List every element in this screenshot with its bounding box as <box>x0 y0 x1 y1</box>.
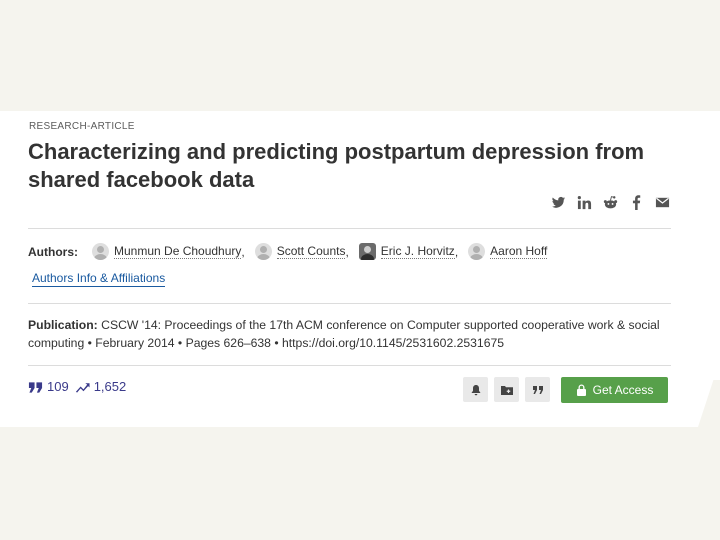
authors-label: Authors: <box>28 244 78 259</box>
authors-row: Authors: Munmun De Choudhury, Scott Coun… <box>28 243 688 260</box>
alert-button[interactable] <box>463 377 488 402</box>
twitter-icon[interactable] <box>550 194 566 210</box>
authors-info-link[interactable]: Authors Info & Affiliations <box>32 271 166 287</box>
author-name[interactable]: Eric J. Horvitz <box>380 244 455 259</box>
citation-count[interactable]: 109 <box>28 379 69 394</box>
get-access-label: Get Access <box>592 383 654 397</box>
get-access-button[interactable]: Get Access <box>561 377 668 403</box>
author-name[interactable]: Aaron Hoff <box>490 244 548 259</box>
bell-icon <box>471 384 480 395</box>
reddit-icon[interactable] <box>602 194 618 210</box>
author-item[interactable]: Aaron Hoff <box>462 243 549 260</box>
author-item[interactable]: Eric J. Horvitz, <box>353 243 460 260</box>
share-bar <box>550 194 670 210</box>
divider <box>28 303 671 304</box>
article-title: Characterizing and predicting postpartum… <box>28 139 645 192</box>
publication-text: CSCW '14: Proceedings of the 17th ACM co… <box>28 318 660 350</box>
author-item[interactable]: Scott Counts, <box>249 243 351 260</box>
author-item[interactable]: Munmun De Choudhury, <box>86 243 247 260</box>
download-count[interactable]: 1,652 <box>75 379 127 394</box>
avatar <box>358 243 376 260</box>
quote-icon <box>532 385 543 394</box>
trending-up-icon <box>75 382 90 393</box>
publication-info: Publication: CSCW '14: Proceedings of th… <box>28 316 668 352</box>
cite-button[interactable] <box>525 377 550 402</box>
author-name[interactable]: Scott Counts <box>276 244 346 259</box>
add-to-binder-button[interactable] <box>494 377 519 402</box>
article-type-label: RESEARCH-ARTICLE <box>29 121 135 132</box>
publication-label: Publication: <box>28 318 98 332</box>
metrics-bar: 109 1,652 <box>28 379 132 394</box>
author-name[interactable]: Munmun De Choudhury <box>114 244 242 259</box>
avatar <box>254 243 272 260</box>
toolbar <box>463 377 550 402</box>
avatar <box>468 243 486 260</box>
facebook-icon[interactable] <box>628 194 644 210</box>
citations-value: 109 <box>47 379 69 394</box>
folder-plus-icon <box>500 385 513 395</box>
avatar <box>92 243 109 260</box>
email-icon[interactable] <box>654 194 670 210</box>
lock-icon <box>576 384 586 396</box>
downloads-value: 1,652 <box>93 379 127 394</box>
divider <box>28 228 671 229</box>
quote-icon <box>28 381 43 393</box>
linkedin-icon[interactable] <box>576 194 592 210</box>
divider <box>28 365 671 366</box>
